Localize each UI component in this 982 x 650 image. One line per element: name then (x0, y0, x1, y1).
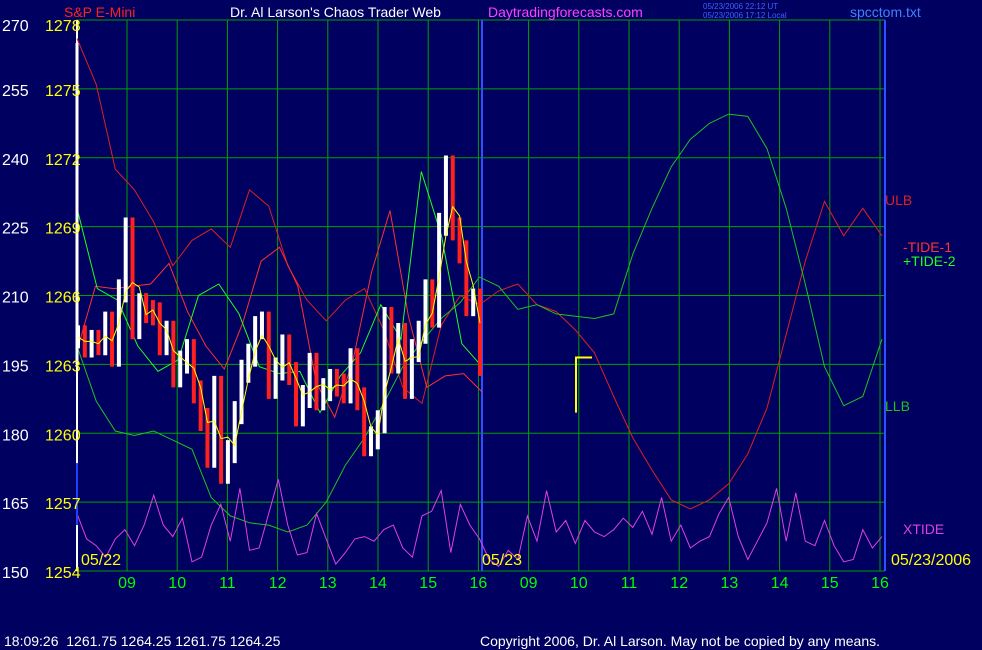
time-tick-label: 11 (621, 575, 638, 592)
status-readout: 18:09:26 1261.75 1264.25 1261.75 1264.25 (4, 633, 281, 649)
price-tick-label: 1266 (45, 290, 81, 307)
label-tide2: +TIDE-2 (903, 253, 956, 269)
index-tick-label: 180 (2, 427, 29, 444)
price-tick-label: 1254 (45, 565, 81, 582)
trading-chart: 270 1278 255 1275 240 1272 225 1269 210 1266 195 12… (0, 0, 982, 650)
price-tick-label: 1263 (45, 358, 81, 375)
date-label-start: 05/22 (81, 552, 121, 569)
date-label-mid: 05/23 (482, 552, 522, 569)
label-xtide: XTIDE (903, 521, 944, 537)
price-tick-label: 1275 (45, 83, 81, 100)
time-tick-label: 16 (470, 575, 488, 592)
time-tick-label: 09 (520, 575, 538, 592)
time-tick-label: 14 (771, 575, 789, 592)
index-tick-label: 150 (2, 565, 29, 582)
symbol-label: S&P E-Mini (64, 4, 135, 20)
price-tick-label: 1257 (45, 496, 81, 513)
time-tick-label: 13 (721, 575, 739, 592)
time-tick-label: 12 (269, 575, 287, 592)
time-tick-label: 10 (168, 575, 186, 592)
price-tick-label: 1260 (45, 427, 81, 444)
label-ulb: ULB (885, 192, 912, 208)
price-tick-label: 1269 (45, 221, 81, 238)
price-tick-label: 1278 (45, 18, 81, 35)
time-tick-label: 11 (219, 575, 236, 592)
date-label-end: 05/23/2006 (891, 552, 971, 569)
file-name: spcctom.txt (850, 4, 921, 20)
timestamp-ut: 05/23/2006 22:12 UT (703, 2, 778, 11)
copyright-notice: Copyright 2006, Dr. Al Larson. May not b… (480, 633, 880, 649)
time-tick-label: 09 (118, 575, 136, 592)
time-tick-label: 15 (419, 575, 437, 592)
index-tick-label: 225 (2, 221, 29, 238)
time-tick-label: 12 (670, 575, 688, 592)
time-tick-label: 15 (821, 575, 839, 592)
index-tick-label: 165 (2, 496, 29, 513)
time-tick-label: 14 (369, 575, 387, 592)
site-link[interactable]: Daytradingforecasts.com (488, 4, 643, 20)
index-tick-label: 195 (2, 358, 29, 375)
timestamp-local: 05/23/2006 17:12 Local (703, 11, 787, 20)
time-tick-label: 13 (319, 575, 337, 592)
index-tick-label: 255 (2, 83, 29, 100)
price-tick-label: 1272 (45, 152, 81, 169)
chart-title: Dr. Al Larson's Chaos Trader Web (230, 4, 441, 20)
index-tick-label: 210 (2, 290, 29, 307)
label-llb: LLB (885, 398, 910, 414)
time-tick-label: 16 (871, 575, 889, 592)
time-tick-label: 10 (570, 575, 588, 592)
index-tick-label: 270 (2, 18, 29, 35)
index-tick-label: 240 (2, 152, 29, 169)
